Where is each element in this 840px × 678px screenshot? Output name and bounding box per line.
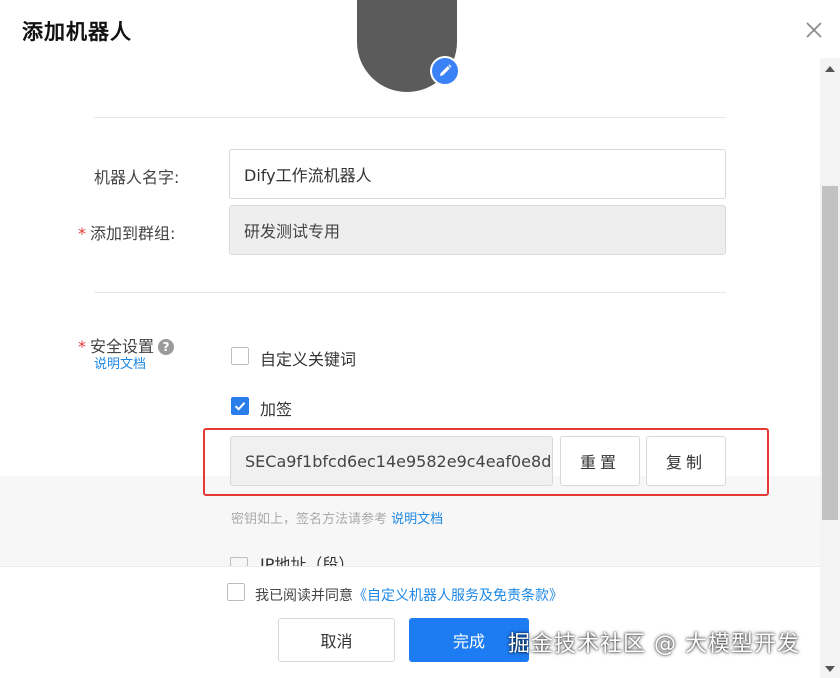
sign-checkbox[interactable] <box>231 397 249 415</box>
scrollbar[interactable] <box>820 58 840 678</box>
sign-option-label[interactable]: 加签 <box>260 396 292 420</box>
add-robot-dialog: 添加机器人 机器人名字: Dify工作流机器人 * 添加到群组: 研发测试专用 *… <box>0 0 840 678</box>
scroll-up-arrow-icon[interactable] <box>825 66 835 72</box>
divider-top <box>94 117 726 118</box>
required-mark: * <box>78 337 86 356</box>
cancel-button[interactable]: 取消 <box>278 618 395 662</box>
scroll-down-arrow-icon[interactable] <box>825 666 835 672</box>
agree-statement: 我已阅读并同意《自定义机器人服务及免责条款》 <box>255 585 563 605</box>
secret-hint: 密钥如上，签名方法请参考 说明文档 <box>231 508 443 527</box>
ip-checkbox[interactable] <box>230 557 248 566</box>
name-label: 机器人名字: <box>94 168 180 187</box>
secret-field[interactable]: SECa9f1bfcd6ec14e9582e9c4eaf0e8dc <box>230 436 553 486</box>
reset-button[interactable]: 重置 <box>560 436 640 486</box>
close-icon[interactable] <box>804 20 824 40</box>
copy-button[interactable]: 复制 <box>646 436 726 486</box>
ip-option-label[interactable]: IP地址（段） <box>260 557 354 567</box>
security-doc-link[interactable]: 说明文档 <box>94 353 146 372</box>
agree-checkbox[interactable] <box>227 583 245 601</box>
group-label-wrap: * 添加到群组: <box>78 220 175 244</box>
group-label: 添加到群组: <box>90 224 176 243</box>
agree-text: 我已阅读并同意 <box>255 588 353 604</box>
robot-name-input[interactable]: Dify工作流机器人 <box>229 149 726 199</box>
keyword-option-label[interactable]: 自定义关键词 <box>260 346 356 370</box>
watermark: 掘金技术社区 @ 大模型开发 <box>508 632 800 657</box>
edit-avatar-icon[interactable] <box>430 56 460 86</box>
hint-doc-link[interactable]: 说明文档 <box>391 512 443 527</box>
help-icon[interactable]: ? <box>158 339 175 355</box>
check-icon <box>234 402 246 411</box>
required-mark: * <box>78 224 86 243</box>
terms-link[interactable]: 《自定义机器人服务及免责条款》 <box>353 588 563 604</box>
divider-middle <box>94 292 726 293</box>
scroll-thumb[interactable] <box>822 186 838 520</box>
ip-option-partial: IP地址（段） <box>230 556 354 566</box>
hint-text: 密钥如上，签名方法请参考 <box>231 512 388 527</box>
keyword-checkbox[interactable] <box>231 347 249 365</box>
dialog-title: 添加机器人 <box>22 20 132 44</box>
group-select[interactable]: 研发测试专用 <box>229 205 726 255</box>
